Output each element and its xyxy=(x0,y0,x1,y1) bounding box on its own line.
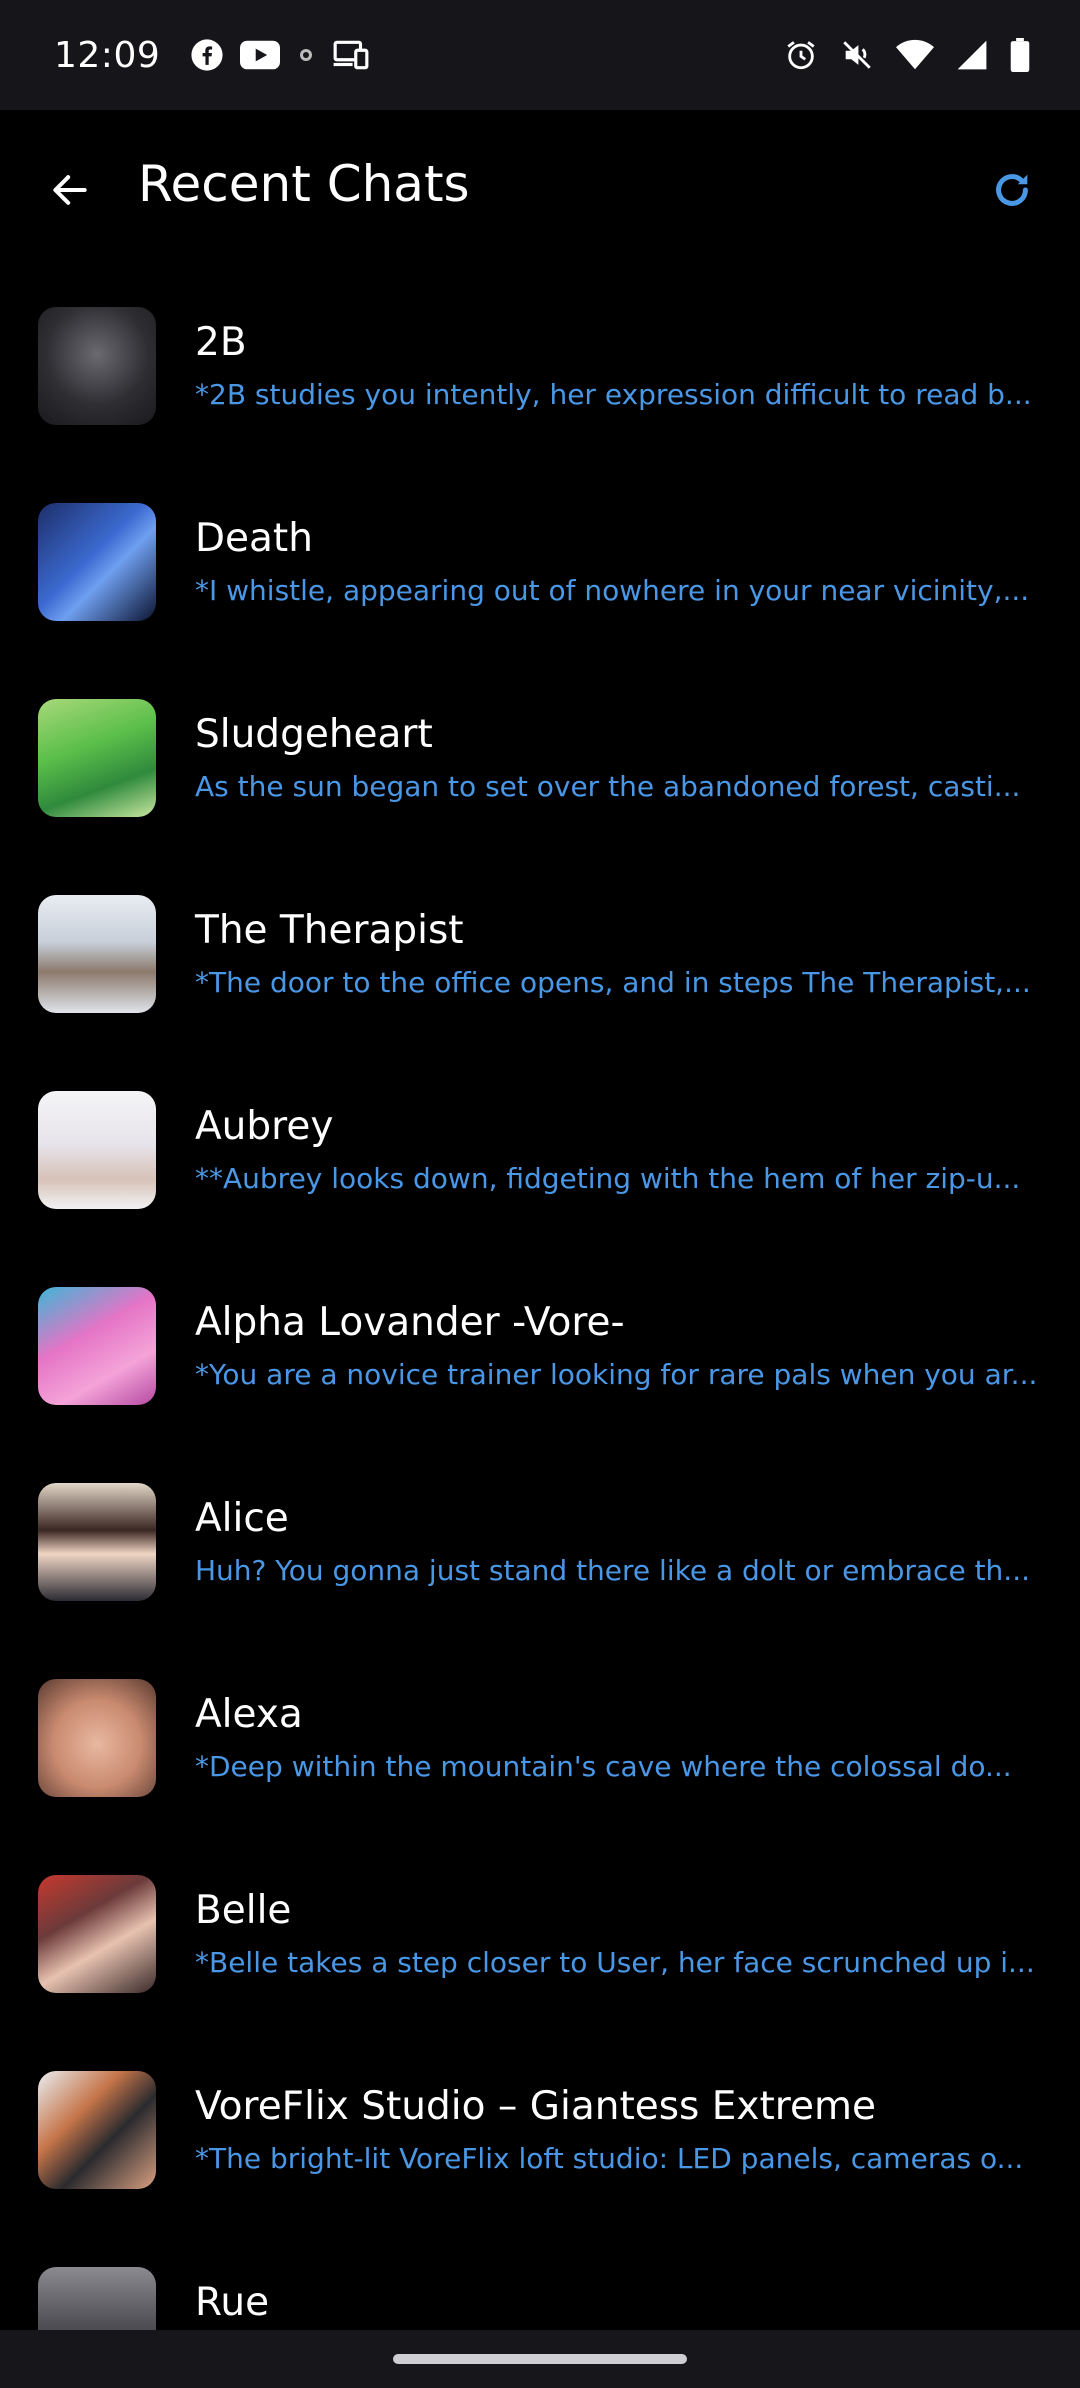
chat-name: Belle xyxy=(195,1888,292,1933)
avatar xyxy=(38,1287,156,1405)
chat-row-sludgeheart[interactable]: Sludgeheart As the sun began to set over… xyxy=(0,662,1080,858)
chat-preview: *The bright-lit VoreFlix loft studio: LE… xyxy=(195,2142,1024,2175)
chat-name: Alpha Lovander -Vore- xyxy=(195,1300,625,1345)
facebook-icon xyxy=(190,38,224,72)
chat-name: 2B xyxy=(195,320,247,365)
chat-preview: *I whistle, appearing out of nowhere in … xyxy=(195,574,1030,607)
youtube-icon xyxy=(240,40,281,70)
chat-row-rue[interactable]: Rue xyxy=(0,2230,1080,2330)
avatar xyxy=(38,1875,156,1993)
chat-name: VoreFlix Studio – Giantess Extreme xyxy=(195,2084,876,2129)
chat-preview: *Deep within the mountain's cave where t… xyxy=(195,1750,1012,1783)
chat-preview: *You are a novice trainer looking for ra… xyxy=(195,1358,1038,1391)
chat-preview: *2B studies you intently, her expression… xyxy=(195,378,1032,411)
signal-icon xyxy=(956,39,988,71)
avatar xyxy=(38,2071,156,2189)
chat-name: Aubrey xyxy=(195,1104,334,1149)
chat-row-aubrey[interactable]: Aubrey **Aubrey looks down, fidgeting wi… xyxy=(0,1054,1080,1250)
chat-row-alice[interactable]: Alice Huh? You gonna just stand there li… xyxy=(0,1446,1080,1642)
avatar xyxy=(38,503,156,621)
cast-devices-icon xyxy=(332,39,370,71)
chat-name: Death xyxy=(195,516,313,561)
chat-name: Sludgeheart xyxy=(195,712,433,757)
refresh-button[interactable] xyxy=(982,160,1042,220)
chat-name: Rue xyxy=(195,2280,270,2325)
home-gesture-handle[interactable] xyxy=(393,2354,687,2364)
avatar xyxy=(38,307,156,425)
chat-row-belle[interactable]: Belle *Belle takes a step closer to User… xyxy=(0,1838,1080,2034)
status-bar-left: 12:09 xyxy=(54,35,370,76)
arrow-back-icon xyxy=(53,175,87,205)
status-time: 12:09 xyxy=(54,34,161,76)
alarm-icon xyxy=(784,38,818,72)
chat-preview: *The door to the office opens, and in st… xyxy=(195,966,1031,999)
chat-preview: **Aubrey looks down, fidgeting with the … xyxy=(195,1162,1021,1195)
chat-name: The Therapist xyxy=(195,908,464,953)
wifi-icon xyxy=(896,39,934,71)
chat-row-alpha-lovander[interactable]: Alpha Lovander -Vore- *You are a novice … xyxy=(0,1250,1080,1446)
avatar xyxy=(38,1679,156,1797)
refresh-icon xyxy=(996,174,1028,206)
navigation-bar xyxy=(0,2330,1080,2388)
avatar xyxy=(38,1483,156,1601)
app-bar: Recent Chats xyxy=(0,110,1080,270)
chat-preview: Huh? You gonna just stand there like a d… xyxy=(195,1554,1030,1587)
avatar xyxy=(38,895,156,1013)
chat-preview: As the sun began to set over the abandon… xyxy=(195,770,1021,803)
chat-row-alexa[interactable]: Alexa *Deep within the mountain's cave w… xyxy=(0,1642,1080,1838)
status-bar-right xyxy=(784,38,1030,72)
chat-row-the-therapist[interactable]: The Therapist *The door to the office op… xyxy=(0,858,1080,1054)
back-button[interactable] xyxy=(40,160,100,220)
avatar xyxy=(38,699,156,817)
mute-icon xyxy=(840,38,874,72)
status-bar: 12:09 xyxy=(0,0,1080,110)
avatar xyxy=(38,1091,156,1209)
battery-icon xyxy=(1010,38,1030,72)
avatar xyxy=(38,2267,156,2330)
small-dot-icon xyxy=(296,45,316,65)
chat-name: Alexa xyxy=(195,1692,303,1737)
chat-row-death[interactable]: Death *I whistle, appearing out of nowhe… xyxy=(0,466,1080,662)
chat-row-voreflix-studio[interactable]: VoreFlix Studio – Giantess Extreme *The … xyxy=(0,2034,1080,2230)
page-title: Recent Chats xyxy=(138,155,470,213)
chat-list: 2B *2B studies you intently, her express… xyxy=(0,270,1080,2330)
chat-row-2b[interactable]: 2B *2B studies you intently, her express… xyxy=(0,270,1080,466)
chat-preview: *Belle takes a step closer to User, her … xyxy=(195,1946,1035,1979)
chat-name: Alice xyxy=(195,1496,289,1541)
